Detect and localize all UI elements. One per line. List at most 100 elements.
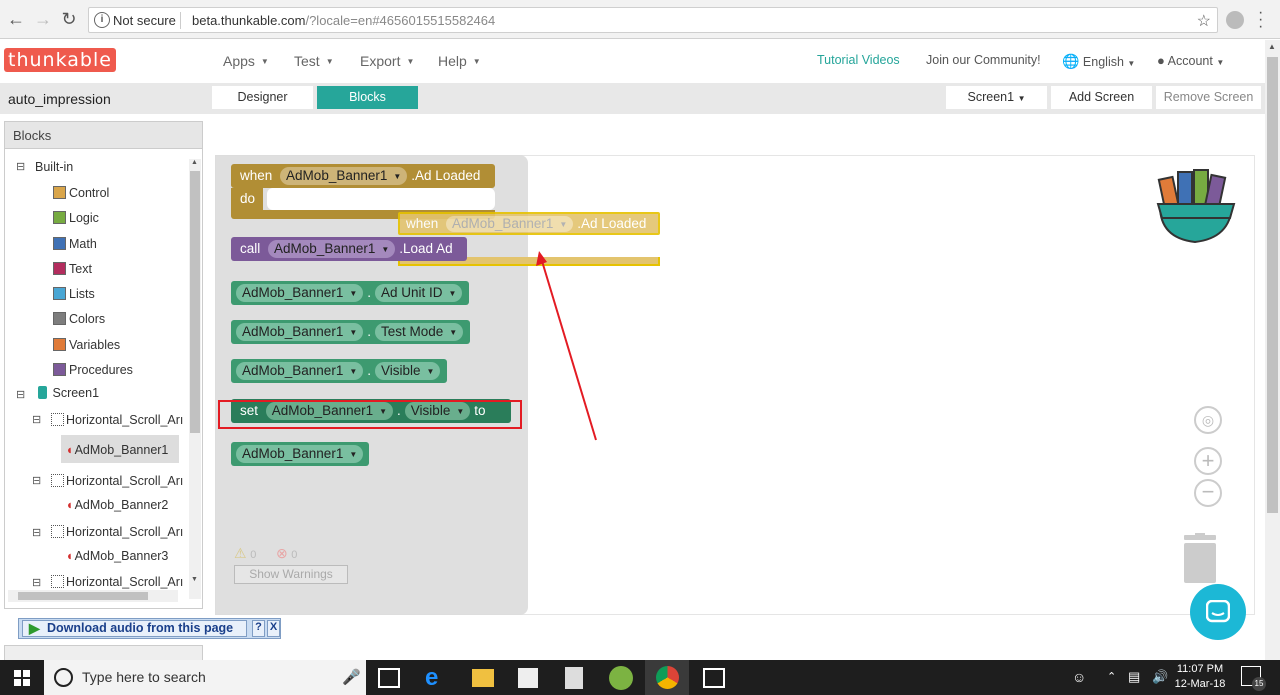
photos-icon[interactable] <box>703 668 725 688</box>
component-dropdown[interactable]: AdMob_Banner1 ▼ <box>236 362 364 380</box>
reload-icon[interactable]: ↻ <box>59 9 79 29</box>
tree-banner-3[interactable]: ◐AdMob_Banner3 <box>67 549 168 563</box>
builtin-math[interactable]: Math <box>53 237 97 251</box>
file-explorer-icon[interactable] <box>472 669 494 687</box>
tray-chevron-icon[interactable]: ⌃ <box>1107 670 1116 683</box>
network-icon[interactable]: ▤ <box>1128 669 1140 685</box>
scroll-thumb[interactable] <box>190 171 200 433</box>
component-dropdown[interactable]: AdMob_Banner1 ▼ <box>236 284 364 302</box>
scroll-up-icon[interactable]: ▲ <box>1268 42 1276 51</box>
menu-help[interactable]: Help ▼ <box>438 53 481 69</box>
back-icon[interactable]: ← <box>6 9 26 29</box>
close-button[interactable]: X <box>267 620 280 637</box>
get-test-mode-block[interactable]: AdMob_Banner1 ▼. Test Mode ▼ <box>231 320 470 344</box>
recenter-icon[interactable]: ◎ <box>1194 406 1222 434</box>
people-icon[interactable]: ☺ <box>1072 669 1086 685</box>
download-audio-button[interactable]: ▶ Download audio from this page <box>22 620 247 637</box>
menu-apps[interactable]: Apps ▼ <box>223 53 269 69</box>
language-menu[interactable]: 🌐 English ▼ <box>1062 53 1135 70</box>
call-load-ad-block[interactable]: call AdMob_Banner1 ▼ .Load Ad <box>231 237 467 261</box>
remove-screen-button[interactable]: Remove Screen <box>1156 86 1261 109</box>
tutorial-videos-link[interactable]: Tutorial Videos <box>817 53 900 67</box>
backpack-icon[interactable] <box>1150 166 1240 246</box>
builtin-control[interactable]: Control <box>53 186 109 200</box>
collapse-icon[interactable]: ⊟ <box>16 160 25 173</box>
bookmark-star-icon[interactable]: ☆ <box>1197 11 1211 31</box>
tree-screen1[interactable]: Screen1 <box>38 386 99 400</box>
dragged-event-block[interactable]: when AdMob_Banner1 ▼ .Ad Loaded <box>398 212 660 235</box>
action-center-icon[interactable]: 15 <box>1241 666 1266 691</box>
zoom-in-icon[interactable]: + <box>1194 447 1222 475</box>
taskbar-clock[interactable]: 11:07 PM 12-Mar-18 <box>1172 662 1228 692</box>
collapse-icon[interactable]: ⊟ <box>32 576 41 589</box>
scroll-up-icon[interactable]: ▲ <box>191 159 198 166</box>
property-label: Visible <box>381 363 421 378</box>
scroll-down-icon[interactable]: ▼ <box>191 576 198 583</box>
builtin-procedures[interactable]: Procedures <box>53 363 133 377</box>
chrome-taskbar-active[interactable] <box>645 660 689 695</box>
page-scrollbar[interactable]: ▲ <box>1265 40 1280 660</box>
tree-banner-2[interactable]: ◐AdMob_Banner2 <box>67 498 168 512</box>
when-ad-loaded-block[interactable]: when AdMob_Banner1 ▼ .Ad Loaded <box>231 164 495 188</box>
component-block[interactable]: AdMob_Banner1 ▼ <box>231 442 369 466</box>
community-link[interactable]: Join our Community! <box>926 53 1041 67</box>
windows-start-icon[interactable] <box>14 670 30 686</box>
chat-support-button[interactable] <box>1190 584 1246 640</box>
collapse-icon[interactable]: ⊟ <box>32 413 41 426</box>
component-dropdown[interactable]: AdMob_Banner1 ▼ <box>280 167 408 185</box>
tree-arrangement-3[interactable]: Horizontal_Scroll_Arı <box>51 525 183 539</box>
builtin-variables[interactable]: Variables <box>53 338 120 352</box>
edge-icon[interactable]: e <box>425 665 451 691</box>
builtin-text[interactable]: Text <box>53 262 92 276</box>
tree-arrangement-2[interactable]: Horizontal_Scroll_Arı <box>51 474 183 488</box>
tree-arrangement-4[interactable]: Horizontal_Scroll_Arı <box>51 575 183 589</box>
panel-horizontal-scrollbar[interactable] <box>8 590 178 602</box>
tree-banner-1[interactable]: ◐AdMob_Banner1 <box>67 443 168 457</box>
show-warnings-button[interactable]: Show Warnings <box>234 565 348 584</box>
scroll-thumb[interactable] <box>1267 57 1278 513</box>
blocks-tab[interactable]: Blocks <box>317 86 418 109</box>
screen-select[interactable]: Screen1 ▼ <box>946 86 1047 109</box>
collapse-icon[interactable]: ⊟ <box>32 526 41 539</box>
calculator-icon[interactable] <box>565 667 583 689</box>
component-dropdown[interactable]: AdMob_Banner1 ▼ <box>236 445 364 463</box>
builtin-colors[interactable]: Colors <box>53 312 105 326</box>
taskbar-search[interactable]: Type here to search 🎤 <box>44 660 366 695</box>
menu-export[interactable]: Export ▼ <box>360 53 414 69</box>
store-icon[interactable] <box>518 668 538 688</box>
scroll-thumb[interactable] <box>18 592 148 600</box>
tree-builtin[interactable]: Built-in <box>35 160 73 174</box>
address-bar[interactable]: i Not secure beta.thunkable.com/?locale=… <box>88 7 1218 33</box>
utorrent-icon[interactable] <box>609 666 633 690</box>
property-dropdown[interactable]: Visible ▼ <box>375 362 441 380</box>
forward-icon[interactable]: → <box>33 9 53 29</box>
builtin-lists[interactable]: Lists <box>53 287 95 301</box>
property-dropdown[interactable]: Test Mode ▼ <box>375 323 464 341</box>
volume-icon[interactable]: 🔊 <box>1152 669 1168 685</box>
trash-icon[interactable] <box>1181 533 1219 583</box>
microphone-icon[interactable]: 🎤 <box>342 668 361 686</box>
account-menu[interactable]: ● Account ▼ <box>1157 53 1224 68</box>
info-icon[interactable]: i <box>94 12 110 28</box>
collapse-icon[interactable]: ⊟ <box>32 474 41 487</box>
builtin-logic[interactable]: Logic <box>53 211 99 225</box>
designer-tab[interactable]: Designer <box>212 86 313 109</box>
task-view-icon[interactable] <box>378 668 400 688</box>
tree-arrangement-1[interactable]: Horizontal_Scroll_Arı <box>51 413 183 427</box>
collapse-icon[interactable]: ⊟ <box>16 388 25 401</box>
help-button[interactable]: ? <box>252 620 265 637</box>
component-dropdown[interactable]: AdMob_Banner1 ▼ <box>268 240 396 258</box>
do-slot[interactable] <box>267 188 495 210</box>
property-dropdown[interactable]: Ad Unit ID ▼ <box>375 284 463 302</box>
url-text[interactable]: beta.thunkable.com/?locale=en#4656015515… <box>192 13 495 28</box>
component-dropdown[interactable]: AdMob_Banner1 ▼ <box>236 323 364 341</box>
add-screen-button[interactable]: Add Screen <box>1051 86 1152 109</box>
thunkable-logo[interactable]: thunkable <box>4 48 116 72</box>
get-ad-unit-id-block[interactable]: AdMob_Banner1 ▼. Ad Unit ID ▼ <box>231 281 469 305</box>
chrome-menu-icon[interactable]: · · · <box>1258 5 1263 35</box>
menu-test[interactable]: Test ▼ <box>294 53 334 69</box>
panel-vertical-scrollbar[interactable]: ▲ ▼ <box>189 159 201 599</box>
zoom-out-icon[interactable]: − <box>1194 479 1222 507</box>
extension-icon[interactable] <box>1226 11 1244 29</box>
get-visible-block[interactable]: AdMob_Banner1 ▼. Visible ▼ <box>231 359 447 383</box>
